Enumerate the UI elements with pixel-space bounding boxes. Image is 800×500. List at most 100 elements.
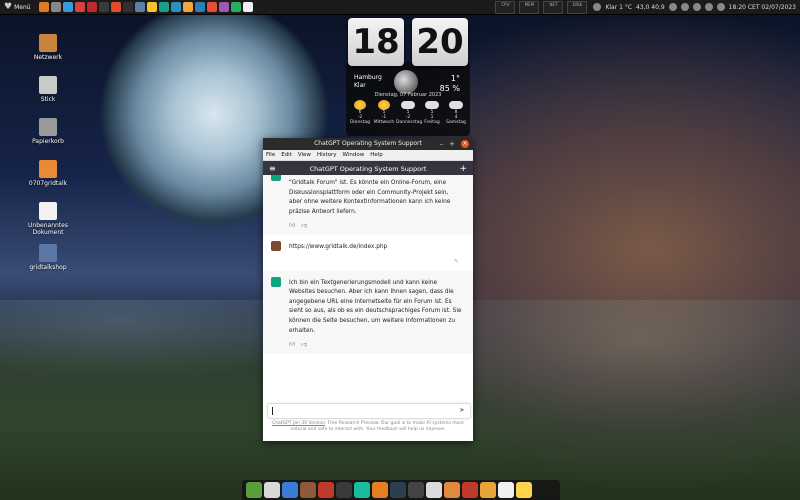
power-icon[interactable] bbox=[716, 3, 725, 11]
desktop-icon[interactable]: 0707gridtalk bbox=[26, 160, 70, 187]
window-titlebar[interactable]: ChatGPT Operating System Support – + × bbox=[263, 138, 473, 150]
tray-weather[interactable]: Klar 1 °C bbox=[605, 4, 632, 11]
system-monitor[interactable]: MEM bbox=[519, 0, 540, 14]
launcher-app-icon[interactable] bbox=[74, 2, 85, 12]
close-icon[interactable]: × bbox=[461, 140, 469, 148]
desktop-icon-image bbox=[39, 160, 57, 178]
desktop-icon-image bbox=[39, 118, 57, 136]
version-link[interactable]: ChatGPT Jan 30 Version bbox=[272, 421, 325, 426]
desktop-icon[interactable]: gridtalkshop bbox=[26, 244, 70, 271]
system-monitor[interactable]: CPU bbox=[495, 0, 516, 14]
dock-app-icon[interactable] bbox=[498, 482, 514, 498]
launcher-app-icon[interactable] bbox=[218, 2, 229, 12]
desktop-icon[interactable]: Stick bbox=[26, 76, 70, 103]
volume-icon[interactable] bbox=[704, 3, 713, 11]
launcher-app-icon[interactable] bbox=[206, 2, 217, 12]
menu-item-file[interactable]: File bbox=[266, 152, 275, 158]
dock-app-icon[interactable] bbox=[372, 482, 388, 498]
monitor-label: CPU bbox=[501, 1, 510, 7]
monitor-label: DISK bbox=[572, 1, 583, 7]
edit-icon[interactable]: ✎ bbox=[454, 257, 459, 267]
forecast-day-name: Dienstag bbox=[349, 120, 371, 125]
dock-app-icon[interactable] bbox=[516, 482, 532, 498]
dock-app-icon[interactable] bbox=[282, 482, 298, 498]
forecast-day: 5 -2 Donnerstag bbox=[396, 100, 422, 125]
new-chat-icon[interactable]: + bbox=[459, 164, 467, 174]
dock-app-icon[interactable] bbox=[390, 482, 406, 498]
panel-clock[interactable]: 18:20 CET 02/07/2023 bbox=[729, 4, 796, 11]
message-ai: "Gridtalk Forum" ist. Es könnte ein Onli… bbox=[263, 175, 473, 235]
menu-item-view[interactable]: View bbox=[298, 152, 311, 158]
launcher-app-icon[interactable] bbox=[110, 2, 121, 12]
launcher-app-icon[interactable] bbox=[182, 2, 193, 12]
message-ai: Ich bin ein Textgenerierungsmodell und k… bbox=[263, 270, 473, 354]
system-monitor[interactable]: NET bbox=[543, 0, 564, 14]
thumbs-up-icon[interactable]: 👍︎ bbox=[289, 340, 295, 350]
dock-app-icon[interactable] bbox=[444, 482, 460, 498]
hamburger-menu-icon[interactable]: ≡ bbox=[269, 164, 276, 173]
menu-item-help[interactable]: Help bbox=[370, 152, 383, 158]
dock-app-icon[interactable] bbox=[264, 482, 280, 498]
desktop-icon[interactable]: Papierkorb bbox=[26, 118, 70, 145]
chatgpt-avatar-icon bbox=[271, 175, 281, 181]
thumbs-down-icon[interactable]: 👎︎ bbox=[301, 221, 307, 231]
system-monitors: CPU MEM NET DISK bbox=[495, 0, 588, 14]
desktop-icon[interactable]: Netzwerk bbox=[26, 34, 70, 61]
dock-app-icon[interactable] bbox=[246, 482, 262, 498]
menu-button[interactable]: ♥ Menü bbox=[0, 2, 35, 12]
weather-icon[interactable] bbox=[593, 3, 602, 11]
desktop-icon[interactable]: Unbenanntes Dokument bbox=[26, 202, 70, 236]
weather-condition: Klar bbox=[354, 82, 366, 89]
launcher-app-icon[interactable] bbox=[158, 2, 169, 12]
forecast-day-name: Mittwoch bbox=[373, 120, 395, 125]
menu-item-window[interactable]: Window bbox=[343, 152, 365, 158]
launcher-app-icon[interactable] bbox=[242, 2, 253, 12]
cloud-icon bbox=[449, 101, 463, 109]
dock-app-icon[interactable] bbox=[300, 482, 316, 498]
launcher-app-icon[interactable] bbox=[86, 2, 97, 12]
tray-keyboard[interactable]: 43,0 40,9 bbox=[636, 4, 665, 11]
chrome-icon[interactable] bbox=[692, 3, 701, 11]
system-monitor[interactable]: DISK bbox=[567, 0, 588, 14]
menu-item-history[interactable]: History bbox=[317, 152, 337, 158]
launcher-app-icon[interactable] bbox=[194, 2, 205, 12]
dock-app-icon[interactable] bbox=[426, 482, 442, 498]
launcher-app-icon[interactable] bbox=[98, 2, 109, 12]
message-user: https://www.gridtalk.de/index.php ✎ bbox=[263, 235, 473, 271]
clock-hour: 18 bbox=[348, 18, 404, 66]
maximize-icon[interactable]: + bbox=[449, 138, 455, 150]
dock-app-icon[interactable] bbox=[462, 482, 478, 498]
network-icon[interactable] bbox=[668, 3, 677, 11]
user-avatar bbox=[271, 240, 281, 251]
panel-launchers bbox=[38, 2, 253, 12]
launcher-app-icon[interactable] bbox=[38, 2, 49, 12]
dock-app-icon[interactable] bbox=[480, 482, 496, 498]
minimize-icon[interactable]: – bbox=[440, 138, 444, 150]
send-icon[interactable]: ➤ bbox=[459, 406, 465, 414]
thumbs-down-icon[interactable]: 👎︎ bbox=[301, 340, 307, 350]
launcher-app-icon[interactable] bbox=[230, 2, 241, 12]
app-header-title: ChatGPT Operating System Support bbox=[309, 164, 427, 173]
menu-item-edit[interactable]: Edit bbox=[281, 152, 292, 158]
dock-app-icon[interactable] bbox=[336, 482, 352, 498]
clock-minute: 20 bbox=[412, 18, 468, 66]
launcher-app-icon[interactable] bbox=[134, 2, 145, 12]
launcher-app-icon[interactable] bbox=[62, 2, 73, 12]
openai-icon[interactable] bbox=[680, 3, 689, 11]
dock-app-icon[interactable] bbox=[408, 482, 424, 498]
thumbs-up-icon[interactable]: 👍︎ bbox=[289, 221, 295, 231]
message-input[interactable]: ➤ bbox=[267, 403, 471, 419]
forecast: 6 -2 Dienstag 5 -1 Mittwoch 5 -2 Donnerstag 5 1 Fre… bbox=[348, 100, 468, 125]
launcher-app-icon[interactable] bbox=[122, 2, 133, 12]
desktop-icon-label: 0707gridtalk bbox=[28, 180, 68, 187]
launcher-app-icon[interactable] bbox=[50, 2, 61, 12]
conversation[interactable]: "Gridtalk Forum" ist. Es könnte ein Onli… bbox=[263, 175, 473, 398]
cloud-icon bbox=[401, 101, 415, 109]
launcher-app-icon[interactable] bbox=[170, 2, 181, 12]
dock-app-icon[interactable] bbox=[318, 482, 334, 498]
launcher-app-icon[interactable] bbox=[146, 2, 157, 12]
desktop-icon-label: gridtalkshop bbox=[29, 264, 67, 271]
message-text: "Gridtalk Forum" ist. Es könnte ein Onli… bbox=[289, 180, 451, 215]
dock-app-icon[interactable] bbox=[354, 482, 370, 498]
menu-label: Menü bbox=[14, 3, 31, 11]
